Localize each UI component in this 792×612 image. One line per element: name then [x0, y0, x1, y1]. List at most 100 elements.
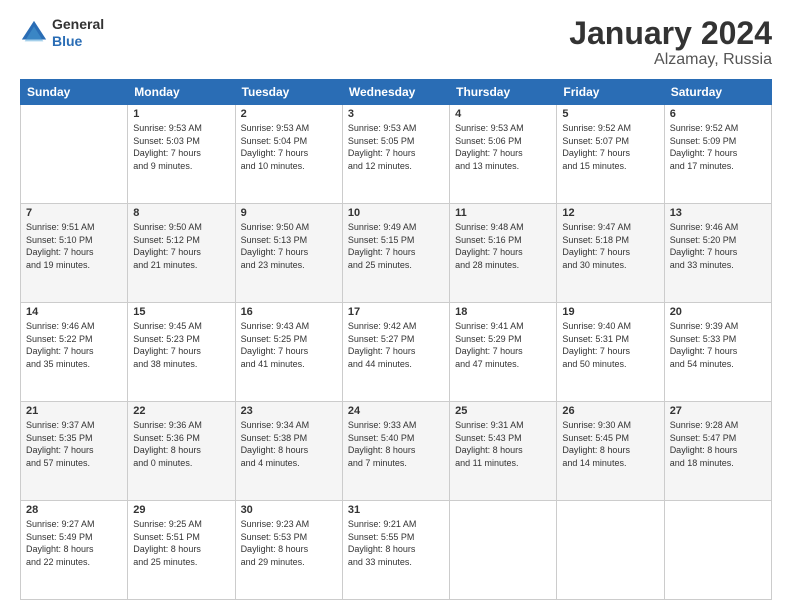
day-info: Sunrise: 9:52 AM Sunset: 5:09 PM Dayligh… — [670, 122, 766, 172]
day-info: Sunrise: 9:46 AM Sunset: 5:22 PM Dayligh… — [26, 320, 122, 370]
day-cell: 17 Sunrise: 9:42 AM Sunset: 5:27 PM Dayli… — [342, 303, 449, 402]
day-number: 4 — [455, 108, 551, 120]
day-number: 14 — [26, 306, 122, 318]
day-number: 5 — [562, 108, 658, 120]
day-number: 3 — [348, 108, 444, 120]
day-number: 18 — [455, 306, 551, 318]
header-thursday: Thursday — [450, 80, 557, 105]
day-number: 24 — [348, 405, 444, 417]
day-cell: 20 Sunrise: 9:39 AM Sunset: 5:33 PM Dayli… — [664, 303, 771, 402]
subtitle: Alzamay, Russia — [569, 51, 772, 69]
day-cell: 2 Sunrise: 9:53 AM Sunset: 5:04 PM Daylig… — [235, 105, 342, 204]
day-cell: 5 Sunrise: 9:52 AM Sunset: 5:07 PM Daylig… — [557, 105, 664, 204]
logo: General Blue — [20, 16, 104, 50]
day-info: Sunrise: 9:34 AM Sunset: 5:38 PM Dayligh… — [241, 419, 337, 469]
day-info: Sunrise: 9:52 AM Sunset: 5:07 PM Dayligh… — [562, 122, 658, 172]
day-info: Sunrise: 9:45 AM Sunset: 5:23 PM Dayligh… — [133, 320, 229, 370]
day-number: 21 — [26, 405, 122, 417]
week-row-1: 7 Sunrise: 9:51 AM Sunset: 5:10 PM Daylig… — [21, 204, 772, 303]
day-number: 1 — [133, 108, 229, 120]
day-cell: 31 Sunrise: 9:21 AM Sunset: 5:55 PM Dayli… — [342, 501, 449, 600]
page: General Blue January 2024 Alzamay, Russi… — [0, 0, 792, 612]
day-info: Sunrise: 9:28 AM Sunset: 5:47 PM Dayligh… — [670, 419, 766, 469]
day-cell: 11 Sunrise: 9:48 AM Sunset: 5:16 PM Dayli… — [450, 204, 557, 303]
day-cell: 10Sunrise: 9:49 AM Sunset: 5:15 PM Dayli… — [342, 204, 449, 303]
calendar-header-row: SundayMondayTuesdayWednesdayThursdayFrid… — [21, 80, 772, 105]
day-number: 6 — [670, 108, 766, 120]
day-cell: 19 Sunrise: 9:40 AM Sunset: 5:31 PM Dayli… — [557, 303, 664, 402]
day-number: 2 — [241, 108, 337, 120]
day-cell: 23 Sunrise: 9:34 AM Sunset: 5:38 PM Dayli… — [235, 402, 342, 501]
header-sunday: Sunday — [21, 80, 128, 105]
day-number: 17 — [348, 306, 444, 318]
day-info: Sunrise: 9:37 AM Sunset: 5:35 PM Dayligh… — [26, 419, 122, 469]
day-cell: 7 Sunrise: 9:51 AM Sunset: 5:10 PM Daylig… — [21, 204, 128, 303]
logo-text: General Blue — [52, 16, 104, 50]
header-monday: Monday — [128, 80, 235, 105]
day-cell: 8Sunrise: 9:50 AM Sunset: 5:12 PM Daylig… — [128, 204, 235, 303]
day-cell: 24Sunrise: 9:33 AM Sunset: 5:40 PM Dayli… — [342, 402, 449, 501]
day-cell: 21 Sunrise: 9:37 AM Sunset: 5:35 PM Dayli… — [21, 402, 128, 501]
day-cell — [557, 501, 664, 600]
day-cell: 6 Sunrise: 9:52 AM Sunset: 5:09 PM Daylig… — [664, 105, 771, 204]
header-tuesday: Tuesday — [235, 80, 342, 105]
main-title: January 2024 — [569, 16, 772, 51]
day-number: 23 — [241, 405, 337, 417]
week-row-2: 14 Sunrise: 9:46 AM Sunset: 5:22 PM Dayli… — [21, 303, 772, 402]
day-number: 11 — [455, 207, 551, 219]
day-cell — [664, 501, 771, 600]
day-cell: 22 Sunrise: 9:36 AM Sunset: 5:36 PM Dayli… — [128, 402, 235, 501]
day-info: Sunrise: 9:46 AM Sunset: 5:20 PM Dayligh… — [670, 221, 766, 271]
day-info: Sunrise: 9:53 AM Sunset: 5:03 PM Dayligh… — [133, 122, 229, 172]
day-cell: 3 Sunrise: 9:53 AM Sunset: 5:05 PM Daylig… — [342, 105, 449, 204]
day-info: Sunrise: 9:53 AM Sunset: 5:04 PM Dayligh… — [241, 122, 337, 172]
day-cell: 18 Sunrise: 9:41 AM Sunset: 5:29 PM Dayli… — [450, 303, 557, 402]
day-info: Sunrise: 9:53 AM Sunset: 5:06 PM Dayligh… — [455, 122, 551, 172]
day-number: 31 — [348, 504, 444, 516]
day-cell: 4 Sunrise: 9:53 AM Sunset: 5:06 PM Daylig… — [450, 105, 557, 204]
day-info: Sunrise: 9:36 AM Sunset: 5:36 PM Dayligh… — [133, 419, 229, 469]
day-info: Sunrise: 9:53 AM Sunset: 5:05 PM Dayligh… — [348, 122, 444, 172]
day-number: 30 — [241, 504, 337, 516]
day-cell: 26Sunrise: 9:30 AM Sunset: 5:45 PM Dayli… — [557, 402, 664, 501]
day-info: Sunrise: 9:23 AM Sunset: 5:53 PM Dayligh… — [241, 518, 337, 568]
week-row-4: 28 Sunrise: 9:27 AM Sunset: 5:49 PM Dayli… — [21, 501, 772, 600]
day-cell — [21, 105, 128, 204]
calendar-table: SundayMondayTuesdayWednesdayThursdayFrid… — [20, 79, 772, 600]
day-number: 28 — [26, 504, 122, 516]
day-info: Sunrise: 9:39 AM Sunset: 5:33 PM Dayligh… — [670, 320, 766, 370]
day-number: 20 — [670, 306, 766, 318]
day-cell: 14 Sunrise: 9:46 AM Sunset: 5:22 PM Dayli… — [21, 303, 128, 402]
day-info: Sunrise: 9:41 AM Sunset: 5:29 PM Dayligh… — [455, 320, 551, 370]
day-number: 16 — [241, 306, 337, 318]
day-cell: 30 Sunrise: 9:23 AM Sunset: 5:53 PM Dayli… — [235, 501, 342, 600]
day-info: Sunrise: 9:25 AM Sunset: 5:51 PM Dayligh… — [133, 518, 229, 568]
day-info: Sunrise: 9:40 AM Sunset: 5:31 PM Dayligh… — [562, 320, 658, 370]
day-cell — [450, 501, 557, 600]
day-info: Sunrise: 9:31 AM Sunset: 5:43 PM Dayligh… — [455, 419, 551, 469]
header-saturday: Saturday — [664, 80, 771, 105]
header-friday: Friday — [557, 80, 664, 105]
day-number: 8 — [133, 207, 229, 219]
day-number: 27 — [670, 405, 766, 417]
day-info: Sunrise: 9:30 AM Sunset: 5:45 PM Dayligh… — [562, 419, 658, 469]
day-info: Sunrise: 9:27 AM Sunset: 5:49 PM Dayligh… — [26, 518, 122, 568]
day-info: Sunrise: 9:49 AM Sunset: 5:15 PM Dayligh… — [348, 221, 444, 271]
day-number: 29 — [133, 504, 229, 516]
day-number: 7 — [26, 207, 122, 219]
day-cell: 12Sunrise: 9:47 AM Sunset: 5:18 PM Dayli… — [557, 204, 664, 303]
day-cell: 13 Sunrise: 9:46 AM Sunset: 5:20 PM Dayli… — [664, 204, 771, 303]
day-number: 19 — [562, 306, 658, 318]
day-number: 9 — [241, 207, 337, 219]
day-info: Sunrise: 9:42 AM Sunset: 5:27 PM Dayligh… — [348, 320, 444, 370]
day-number: 12 — [562, 207, 658, 219]
header-wednesday: Wednesday — [342, 80, 449, 105]
title-block: January 2024 Alzamay, Russia — [569, 16, 772, 69]
day-info: Sunrise: 9:48 AM Sunset: 5:16 PM Dayligh… — [455, 221, 551, 271]
week-row-3: 21 Sunrise: 9:37 AM Sunset: 5:35 PM Dayli… — [21, 402, 772, 501]
day-number: 22 — [133, 405, 229, 417]
day-info: Sunrise: 9:21 AM Sunset: 5:55 PM Dayligh… — [348, 518, 444, 568]
day-number: 13 — [670, 207, 766, 219]
day-info: Sunrise: 9:43 AM Sunset: 5:25 PM Dayligh… — [241, 320, 337, 370]
day-info: Sunrise: 9:51 AM Sunset: 5:10 PM Dayligh… — [26, 221, 122, 271]
